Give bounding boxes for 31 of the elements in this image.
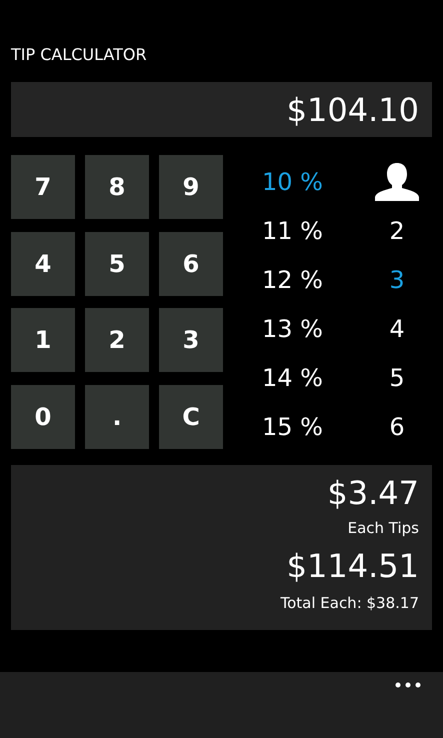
tip-percent-option[interactable]: 13 %: [262, 304, 323, 353]
tip-percent-option[interactable]: 14 %: [262, 353, 323, 402]
keypad-key[interactable]: 4: [11, 232, 75, 296]
people-count-option[interactable]: 5: [389, 353, 405, 402]
keypad-key[interactable]: 2: [85, 308, 149, 372]
keypad-key[interactable]: C: [159, 384, 223, 448]
people-count-option[interactable]: 2: [389, 206, 405, 255]
keypad-key[interactable]: 8: [85, 155, 149, 219]
tip-percent-option[interactable]: 10 %: [262, 157, 323, 206]
amount-display: $104.10: [11, 82, 432, 137]
tip-percent-option[interactable]: 12 %: [262, 255, 323, 304]
tip-each-label: Each Tips: [348, 518, 419, 539]
keypad-key[interactable]: 1: [11, 308, 75, 372]
keypad-key[interactable]: 0: [11, 384, 75, 448]
people-count-option[interactable]: 4: [389, 304, 405, 353]
keypad-key[interactable]: 5: [85, 232, 149, 296]
people-count-option[interactable]: 6: [389, 402, 405, 451]
tip-percent-option[interactable]: 15 %: [262, 402, 323, 451]
tip-each-amount: $3.47: [327, 473, 419, 514]
more-icon[interactable]: [395, 680, 421, 690]
keypad-key[interactable]: 3: [159, 308, 223, 372]
app-title: TIP CALCULATOR: [11, 44, 147, 66]
keypad-key[interactable]: .: [85, 384, 149, 448]
tip-percent-option[interactable]: 11 %: [262, 206, 323, 255]
person-icon: [375, 162, 419, 200]
total-each-label: Total Each: $38.17: [280, 593, 419, 614]
keypad-key[interactable]: 6: [159, 232, 223, 296]
keypad-key[interactable]: 7: [11, 155, 75, 219]
people-count-option[interactable]: 3: [389, 255, 405, 304]
keypad-key[interactable]: 9: [159, 155, 223, 219]
total-amount: $114.51: [286, 546, 419, 587]
